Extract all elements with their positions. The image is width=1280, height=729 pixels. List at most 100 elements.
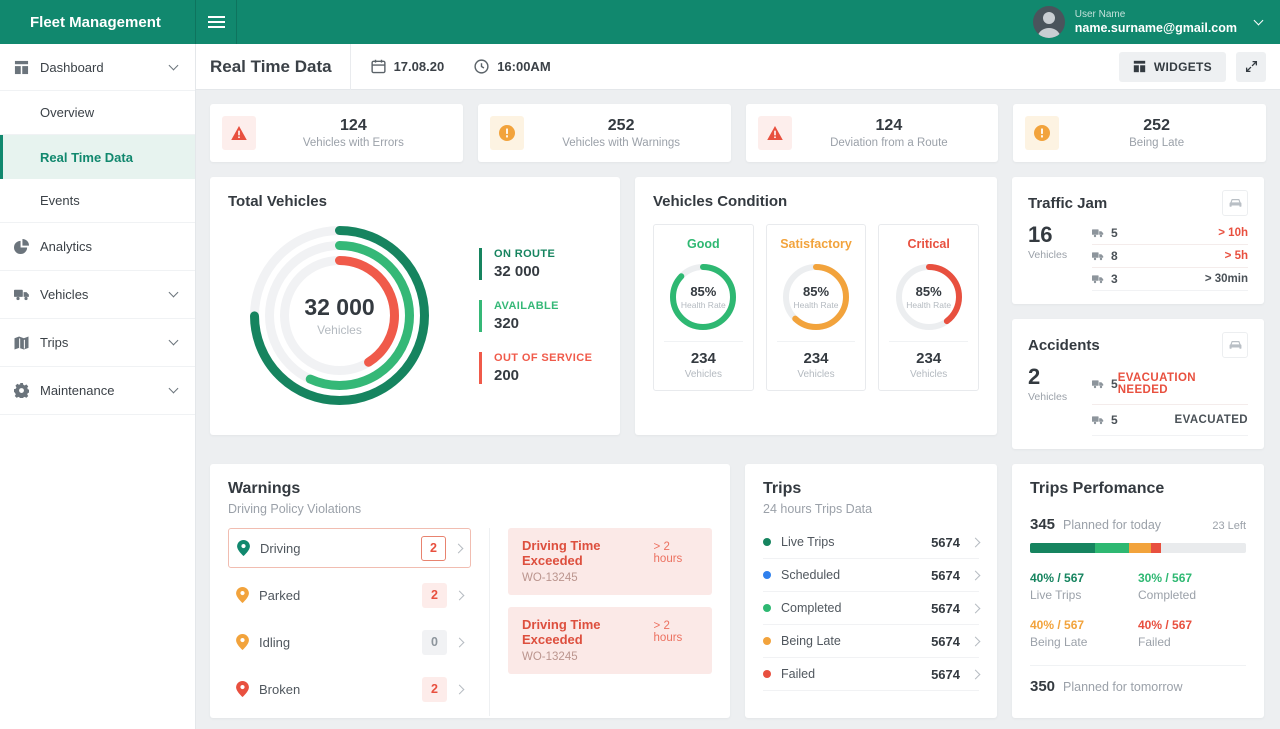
trips-row-failed[interactable]: Failed 5674	[763, 658, 979, 691]
sidebar-item-label: Real Time Data	[40, 150, 133, 165]
topbar-spacer	[237, 0, 1033, 44]
condition-count: 234	[885, 350, 972, 367]
warning-count-badge: 0	[422, 630, 447, 655]
trip-value: 5674	[931, 667, 960, 682]
metric-value: 40% / 567	[1138, 618, 1246, 632]
sidebar-item-dashboard[interactable]: Dashboard	[0, 44, 195, 91]
chevron-down-icon	[169, 336, 179, 346]
sidebar-item-label: Events	[40, 193, 80, 208]
accidents-status: EVACUATION NEEDED	[1118, 372, 1248, 396]
avatar	[1033, 6, 1065, 38]
warning-category-label: Driving	[260, 541, 421, 556]
pin-icon	[236, 634, 249, 650]
progress-segment-failed	[1151, 543, 1161, 553]
condition-ring-chart: 85% Health Rate	[893, 261, 965, 333]
sidebar-item-events[interactable]: Events	[0, 179, 195, 223]
traffic-jam-label: Vehicles	[1028, 249, 1092, 261]
stat-card-vehicles-with-warnings[interactable]: 252 Vehicles with Warnings	[478, 104, 731, 162]
trips-progress-bar	[1030, 543, 1246, 553]
warning-count-badge: 2	[421, 536, 446, 561]
legend-item-out-of-service: OUT OF SERVICE 200	[479, 352, 592, 384]
truck-icon	[1092, 228, 1104, 238]
traffic-duration: > 5h	[1225, 250, 1248, 262]
total-vehicles-value: 32 000	[304, 294, 374, 321]
card-subtitle: Driving Policy Violations	[228, 502, 712, 516]
health-rate-value: 85%	[803, 284, 829, 299]
chevron-down-icon	[169, 288, 179, 298]
car-icon[interactable]	[1222, 190, 1248, 216]
truck-icon	[1092, 379, 1104, 389]
car-icon[interactable]	[1222, 332, 1248, 358]
warning-category-idling[interactable]: Idling 0	[228, 622, 471, 662]
user-menu[interactable]: User Name name.surname@gmail.com	[1033, 0, 1280, 44]
metric-value: 40% / 567	[1030, 618, 1138, 632]
chevron-right-icon	[971, 537, 981, 547]
sidebar-item-label: Vehicles	[40, 287, 170, 302]
stat-card-vehicles-with-errors[interactable]: 124 Vehicles with Errors	[210, 104, 463, 162]
expand-icon	[1245, 60, 1258, 73]
warning-category-broken[interactable]: Broken 2	[228, 669, 471, 709]
warning-triangle-icon	[758, 116, 792, 150]
sidebar: Dashboard Overview Real Time Data Events…	[0, 44, 196, 729]
chevron-down-icon	[169, 60, 179, 70]
total-vehicles-donut-chart: 32 000 Vehicles	[242, 218, 437, 413]
condition-ring-chart: 85% Health Rate	[667, 261, 739, 333]
trip-label: Failed	[781, 667, 931, 681]
planned-today-value: 345	[1030, 516, 1055, 533]
traffic-count: 8	[1111, 249, 1118, 263]
trips-row-completed[interactable]: Completed 5674	[763, 592, 979, 625]
card-title: Trips Perfomance	[1030, 480, 1246, 498]
chevron-right-icon	[971, 570, 981, 580]
trip-value: 5674	[931, 535, 960, 550]
health-rate-value: 85%	[690, 284, 716, 299]
alert-duration: > 2 hours	[654, 620, 698, 644]
hamburger-menu-button[interactable]	[196, 0, 237, 44]
traffic-jam-value: 16	[1028, 222, 1092, 248]
accidents-card: Accidents 2 Vehicles	[1012, 319, 1264, 449]
warning-alert[interactable]: Driving Time Exceeded > 2 hours WO-13245	[508, 528, 712, 595]
sidebar-item-overview[interactable]: Overview	[0, 91, 195, 135]
stat-card-being-late[interactable]: 252 Being Late	[1013, 104, 1266, 162]
accidents-row: 5 EVACUATED	[1092, 405, 1248, 436]
calendar-icon	[371, 59, 386, 74]
condition-status: Critical	[885, 237, 972, 251]
health-rate-label: Health Rate	[794, 300, 839, 310]
sidebar-item-real-time-data[interactable]: Real Time Data	[0, 135, 195, 179]
warning-category-parked[interactable]: Parked 2	[228, 575, 471, 615]
chevron-right-icon	[455, 637, 465, 647]
legend-value: 32 000	[494, 263, 592, 280]
page-title: Real Time Data	[210, 44, 351, 90]
sidebar-item-label: Maintenance	[40, 383, 170, 398]
condition-status: Good	[660, 237, 747, 251]
widgets-button[interactable]: WIDGETS	[1119, 52, 1226, 82]
sidebar-item-label: Analytics	[40, 239, 179, 254]
legend-label: AVAILABLE	[494, 300, 592, 312]
traffic-jam-row: 5 > 10h	[1092, 222, 1248, 245]
sidebar-item-maintenance[interactable]: Maintenance	[0, 367, 195, 415]
trips-row-being-late[interactable]: Being Late 5674	[763, 625, 979, 658]
health-rate-label: Health Rate	[906, 300, 951, 310]
condition-count: 234	[660, 350, 747, 367]
alert-duration: > 2 hours	[654, 541, 698, 565]
warning-count-badge: 2	[422, 677, 447, 702]
info-circle-icon	[1025, 116, 1059, 150]
condition-count: 234	[773, 350, 860, 367]
sidebar-item-trips[interactable]: Trips	[0, 319, 195, 367]
stat-card-deviation-from-route[interactable]: 124 Deviation from a Route	[746, 104, 999, 162]
accidents-count: 5	[1111, 413, 1118, 427]
progress-segment-being-late	[1129, 543, 1151, 553]
time-value: 16:00AM	[497, 59, 550, 74]
sidebar-item-analytics[interactable]: Analytics	[0, 223, 195, 271]
fullscreen-button[interactable]	[1236, 52, 1266, 82]
legend-item-available: AVAILABLE 320	[479, 300, 592, 332]
trips-row-live-trips[interactable]: Live Trips 5674	[763, 526, 979, 559]
legend-value: 200	[494, 367, 592, 384]
card-title: Vehicles Condition	[653, 193, 979, 210]
metric-being-late: 40% / 567 Being Late	[1030, 618, 1138, 649]
warning-category-driving[interactable]: Driving 2	[228, 528, 471, 568]
date-picker[interactable]: 17.08.20 16:00AM	[371, 59, 551, 74]
warning-alert[interactable]: Driving Time Exceeded > 2 hours WO-13245	[508, 607, 712, 674]
trips-row-scheduled[interactable]: Scheduled 5674	[763, 559, 979, 592]
sidebar-item-vehicles[interactable]: Vehicles	[0, 271, 195, 319]
metric-value: 40% / 567	[1030, 571, 1138, 585]
